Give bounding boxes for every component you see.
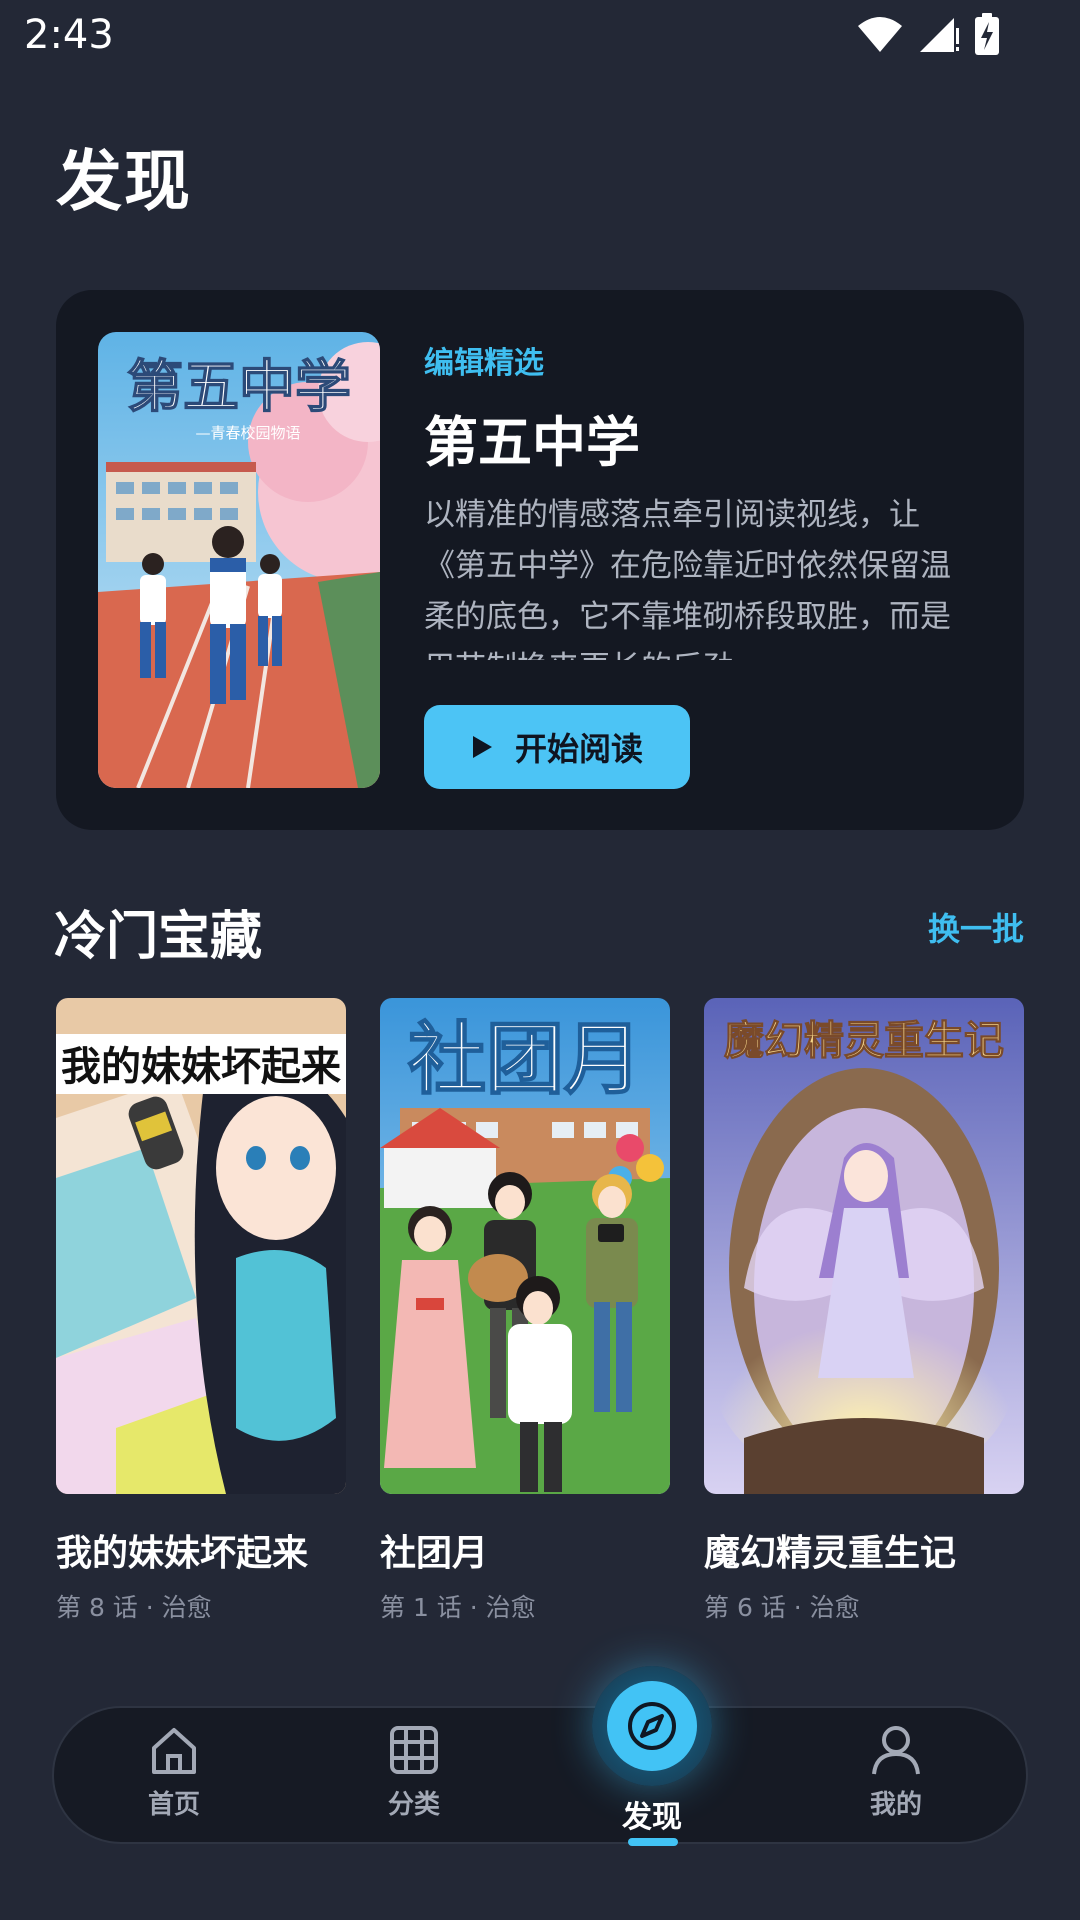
book-title[interactable]: 魔幻精灵重生记 [704, 1524, 1024, 1576]
featured-title[interactable]: 第五中学 [424, 398, 640, 477]
book-meta: 第 8 话 · 治愈 [56, 1593, 212, 1622]
nav-discover-label: 发现 [622, 1800, 682, 1835]
cover-title-text: 第五中学 [127, 354, 351, 420]
book-cover-art: 魔幻精灵重生记 [704, 998, 1024, 1494]
nav-discover-button[interactable] [607, 1681, 697, 1771]
cover-text: 我的妹妹坏起来 [61, 1044, 341, 1090]
bottom-nav: 首页 分类 我的 [52, 1706, 1028, 1844]
nav-discover[interactable] [592, 1666, 712, 1786]
status-bar: 2:43 [0, 0, 1080, 74]
book-card[interactable]: 社团月 社团月 第 1 话 · 治愈 [380, 998, 670, 1624]
featured-cover-art: 第五中学 —青春校园物语 [98, 332, 380, 788]
refresh-button[interactable]: 换一批 [928, 904, 1024, 950]
play-icon [472, 736, 492, 758]
start-reading-button[interactable]: 开始阅读 [424, 705, 690, 789]
battery-icon [975, 13, 999, 55]
grid-icon [390, 1726, 438, 1774]
book-meta: 第 1 话 · 治愈 [380, 1593, 536, 1622]
nav-active-indicator [628, 1838, 678, 1846]
page-title: 发现 [56, 143, 192, 220]
start-reading-label: 开始阅读 [514, 730, 643, 768]
book-cover[interactable]: 社团月 [380, 998, 670, 1494]
featured-tag: 编辑精选 [424, 346, 544, 381]
wifi-icon [858, 17, 902, 52]
book-title[interactable]: 社团月 [380, 1524, 670, 1576]
home-icon [152, 1728, 196, 1774]
book-cover-art: 社团月 [380, 998, 670, 1494]
featured-cover[interactable]: 第五中学 —青春校园物语 [98, 332, 380, 788]
status-icons [856, 12, 1000, 56]
nav-mine[interactable]: 我的 [826, 1722, 966, 1832]
cover-text: 社团月 [408, 1015, 642, 1105]
book-title[interactable]: 我的妹妹坏起来 [56, 1524, 346, 1576]
status-time: 2:43 [24, 12, 114, 58]
book-cover-art: 我的妹妹坏起来 [56, 998, 346, 1494]
book-card[interactable]: 我的妹妹坏起来 我的妹妹坏起来 第 8 话 · 治愈 [56, 998, 346, 1624]
section-title: 冷门宝藏 [54, 907, 263, 967]
book-card[interactable]: 魔幻精灵重生记 魔幻精灵重生记 第 6 话 · 治愈 [704, 998, 1024, 1624]
book-cover[interactable]: 我的妹妹坏起来 [56, 998, 346, 1494]
book-meta: 第 6 话 · 治愈 [704, 1593, 860, 1622]
nav-category-label: 分类 [387, 1790, 440, 1820]
compass-icon [628, 1702, 676, 1750]
nav-mine-label: 我的 [869, 1790, 922, 1820]
signal-icon [920, 18, 959, 52]
nav-category[interactable]: 分类 [344, 1722, 484, 1832]
cover-subtitle-text: —青春校园物语 [195, 424, 300, 442]
featured-description: 以精准的情感落点牵引阅读视线，让《第五中学》在危险靠近时依然保留温柔的底色，它不… [424, 497, 951, 660]
featured-card[interactable]: 第五中学 —青春校园物语 编辑精选 第五中学 以精准的情感落点牵引阅读视线，让《… [56, 290, 1024, 830]
book-cover[interactable]: 魔幻精灵重生记 [704, 998, 1024, 1494]
cover-text: 魔幻精灵重生记 [724, 1017, 1004, 1064]
nav-home-label: 首页 [147, 1790, 200, 1820]
nav-home[interactable]: 首页 [104, 1722, 244, 1832]
user-icon [872, 1726, 920, 1775]
